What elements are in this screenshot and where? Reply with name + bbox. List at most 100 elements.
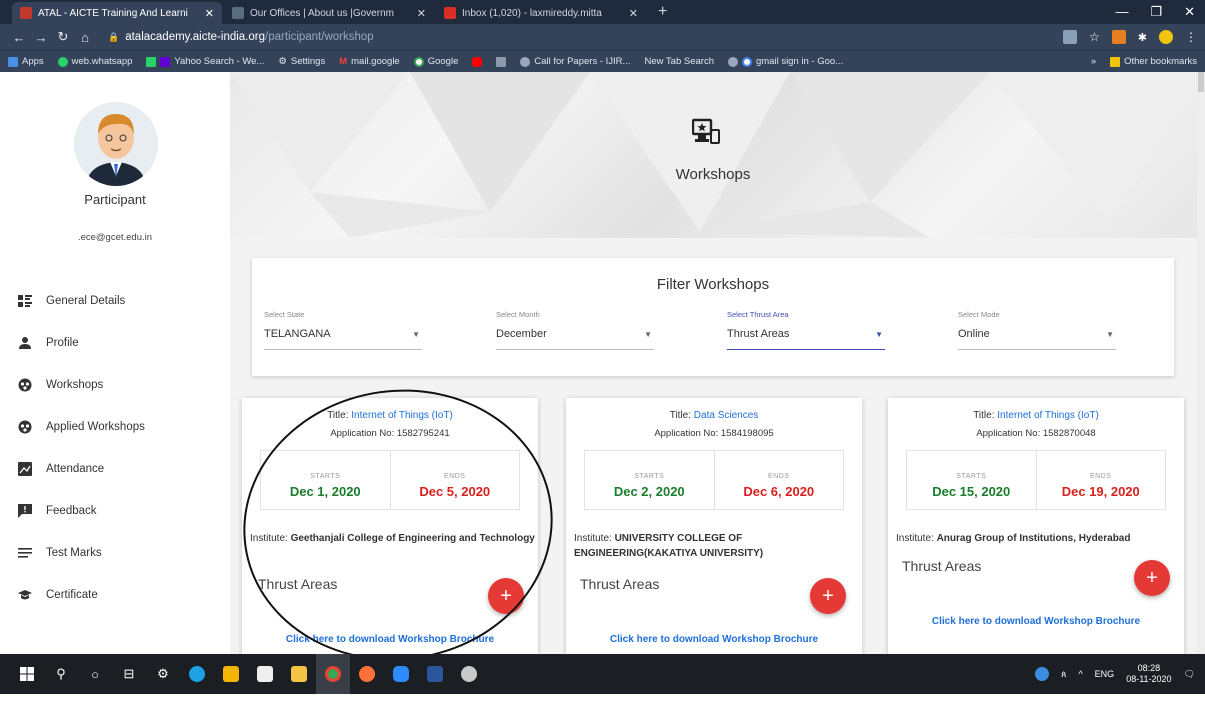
bookmark-whatsapp[interactable]: web.whatsapp [57, 56, 132, 67]
paint-icon[interactable] [214, 654, 248, 694]
language-indicator[interactable]: ENG [1095, 669, 1115, 679]
clock[interactable]: 08:28 08-11-2020 [1126, 663, 1171, 685]
add-button[interactable]: + [810, 578, 846, 614]
new-tab-icon[interactable]: + [648, 3, 677, 24]
close-icon[interactable]: ✕ [205, 7, 214, 20]
add-button[interactable]: + [1134, 560, 1170, 596]
minimize-icon[interactable]: — [1115, 4, 1128, 20]
close-icon[interactable]: ✕ [629, 7, 638, 20]
back-icon[interactable]: ← [8, 30, 30, 45]
sidebar-item-feedback[interactable]: Feedback [0, 490, 230, 532]
tab-title: Our Offices | About us |Governm [250, 7, 394, 19]
date-range: STARTS Dec 2, 2020 ENDS Dec 6, 2020 [584, 450, 844, 510]
window-controls: — ❐ ✕ [1115, 4, 1195, 20]
firefox-icon[interactable] [350, 654, 384, 694]
close-icon[interactable]: ✕ [417, 7, 426, 20]
download-brochure-link[interactable]: Click here to download Workshop Brochure [888, 616, 1184, 627]
apps-grid-icon [8, 56, 18, 67]
person-icon [18, 336, 32, 350]
youtube-icon [472, 56, 483, 67]
date: 08-11-2020 [1126, 674, 1172, 684]
user-role: Participant [84, 192, 146, 207]
sidebar-item-attendance[interactable]: Attendance [0, 448, 230, 490]
starts-label: STARTS [956, 473, 987, 480]
word-icon[interactable] [418, 654, 452, 694]
home-icon[interactable]: ⌂ [74, 30, 96, 45]
chevron-down-icon: ▼ [412, 330, 420, 339]
gmail-icon: M [339, 56, 348, 67]
sidebar-item-certificate[interactable]: Certificate [0, 574, 230, 616]
profile-avatar-icon[interactable] [1159, 30, 1173, 44]
state-select-label: Select State [264, 310, 305, 319]
translate-icon[interactable] [1063, 30, 1078, 44]
bookmark-youtube[interactable] [472, 56, 483, 67]
page-scrollbar[interactable] [1197, 72, 1205, 654]
sidebar-item-general-details[interactable]: General Details [0, 280, 230, 322]
maximize-icon[interactable]: ❐ [1150, 4, 1162, 20]
tab-atal[interactable]: ATAL - AICTE Training And Learni ✕ [12, 2, 222, 24]
sidebar-item-test-marks[interactable]: Test Marks [0, 532, 230, 574]
bookmark-callforpapers[interactable]: Call for Papers - IJIR... [520, 56, 630, 67]
reload-icon[interactable]: ↻ [52, 29, 74, 45]
puzzle-icon[interactable]: ✱ [1138, 31, 1147, 44]
settings-gear-icon[interactable]: ⚙ [146, 654, 180, 694]
edge-icon[interactable] [180, 654, 214, 694]
zoom-icon[interactable] [384, 654, 418, 694]
url-path: /participant/workshop [265, 31, 374, 43]
star-icon[interactable]: ☆ [1089, 30, 1100, 44]
store-icon[interactable] [248, 654, 282, 694]
task-view-icon[interactable]: ⊟ [112, 654, 146, 694]
close-window-icon[interactable]: ✕ [1184, 4, 1195, 20]
bookmark-google[interactable]: Google [413, 56, 458, 67]
tab-offices[interactable]: Our Offices | About us |Governm ✕ [224, 2, 434, 24]
state-select[interactable]: Select State TELANGANA ▼ [264, 310, 422, 350]
bookmark-yahoo[interactable]: Yahoo Search - We... [146, 56, 264, 67]
bookmark-apps[interactable]: Apps [8, 56, 44, 67]
thrust-area-select[interactable]: Select Thrust Area Thrust Areas ▼ [727, 310, 885, 350]
bookmark-settings[interactable]: ⚙ Settings [278, 56, 325, 67]
more-bookmarks-icon[interactable]: » [1091, 56, 1096, 67]
sidebar-item-profile[interactable]: Profile [0, 322, 230, 364]
url-input[interactable]: 🔒 atalacademy.aicte-india.org/participan… [104, 27, 1055, 47]
search-icon[interactable]: ⚲ [44, 654, 78, 694]
bookmark-gmail-signin[interactable]: gmail sign in - Goo... [727, 56, 843, 67]
sidebar-item-workshops[interactable]: Workshops [0, 364, 230, 406]
time: 08:28 [1137, 663, 1161, 674]
help-icon[interactable] [1035, 667, 1050, 681]
chevron-down-icon: ▼ [644, 330, 652, 339]
scrollbar-thumb[interactable] [1198, 72, 1204, 92]
extension-icon[interactable] [1111, 30, 1126, 44]
menu-kebab-icon[interactable]: ⋮ [1185, 30, 1197, 44]
yahoo-icon [160, 56, 171, 67]
system-tray: ጰ ^ ENG 08:28 08-11-2020 🗨 [1035, 663, 1195, 685]
file-explorer-icon[interactable] [282, 654, 316, 694]
workshops-icon [18, 378, 32, 392]
chrome-icon[interactable] [316, 654, 350, 694]
start-date: Dec 15, 2020 [932, 484, 1011, 499]
whatsapp-icon [57, 56, 68, 67]
people-icon[interactable]: ጰ [1061, 669, 1066, 680]
date-range: STARTS Dec 15, 2020 ENDS Dec 19, 2020 [906, 450, 1166, 510]
sidebar-item-label: Feedback [46, 505, 97, 517]
snipping-tool-icon[interactable] [452, 654, 486, 694]
bookmark-newtab[interactable]: New Tab Search [644, 56, 714, 67]
sidebar-item-applied-workshops[interactable]: Applied Workshops [0, 406, 230, 448]
avatar [74, 102, 158, 186]
cortana-icon[interactable]: ○ [78, 654, 112, 694]
mode-select-value: Online [958, 328, 990, 340]
tab-gmail[interactable]: Inbox (1,020) - laxmireddy.mitta ✕ [436, 2, 646, 24]
offices-favicon-icon [232, 7, 244, 19]
bookmark-mailgoogle[interactable]: Mmail.google [339, 56, 400, 67]
download-brochure-link[interactable]: Click here to download Workshop Brochure [566, 634, 862, 645]
chevron-up-icon[interactable]: ^ [1078, 669, 1082, 679]
mode-select[interactable]: Select Mode Online ▼ [958, 310, 1116, 350]
windows-start-icon[interactable] [10, 654, 44, 694]
page: Participant .ece@gcet.edu.in General Det… [0, 72, 1205, 654]
sidebar-item-label: Certificate [46, 589, 98, 601]
bookmark-other[interactable]: Other bookmarks [1110, 56, 1197, 67]
month-select[interactable]: Select Month December ▼ [496, 310, 654, 350]
bookmark-blank[interactable] [496, 56, 507, 67]
forward-icon[interactable]: → [30, 30, 52, 45]
avatar-person-icon [74, 102, 158, 186]
notification-icon[interactable]: 🗨 [1184, 669, 1195, 680]
